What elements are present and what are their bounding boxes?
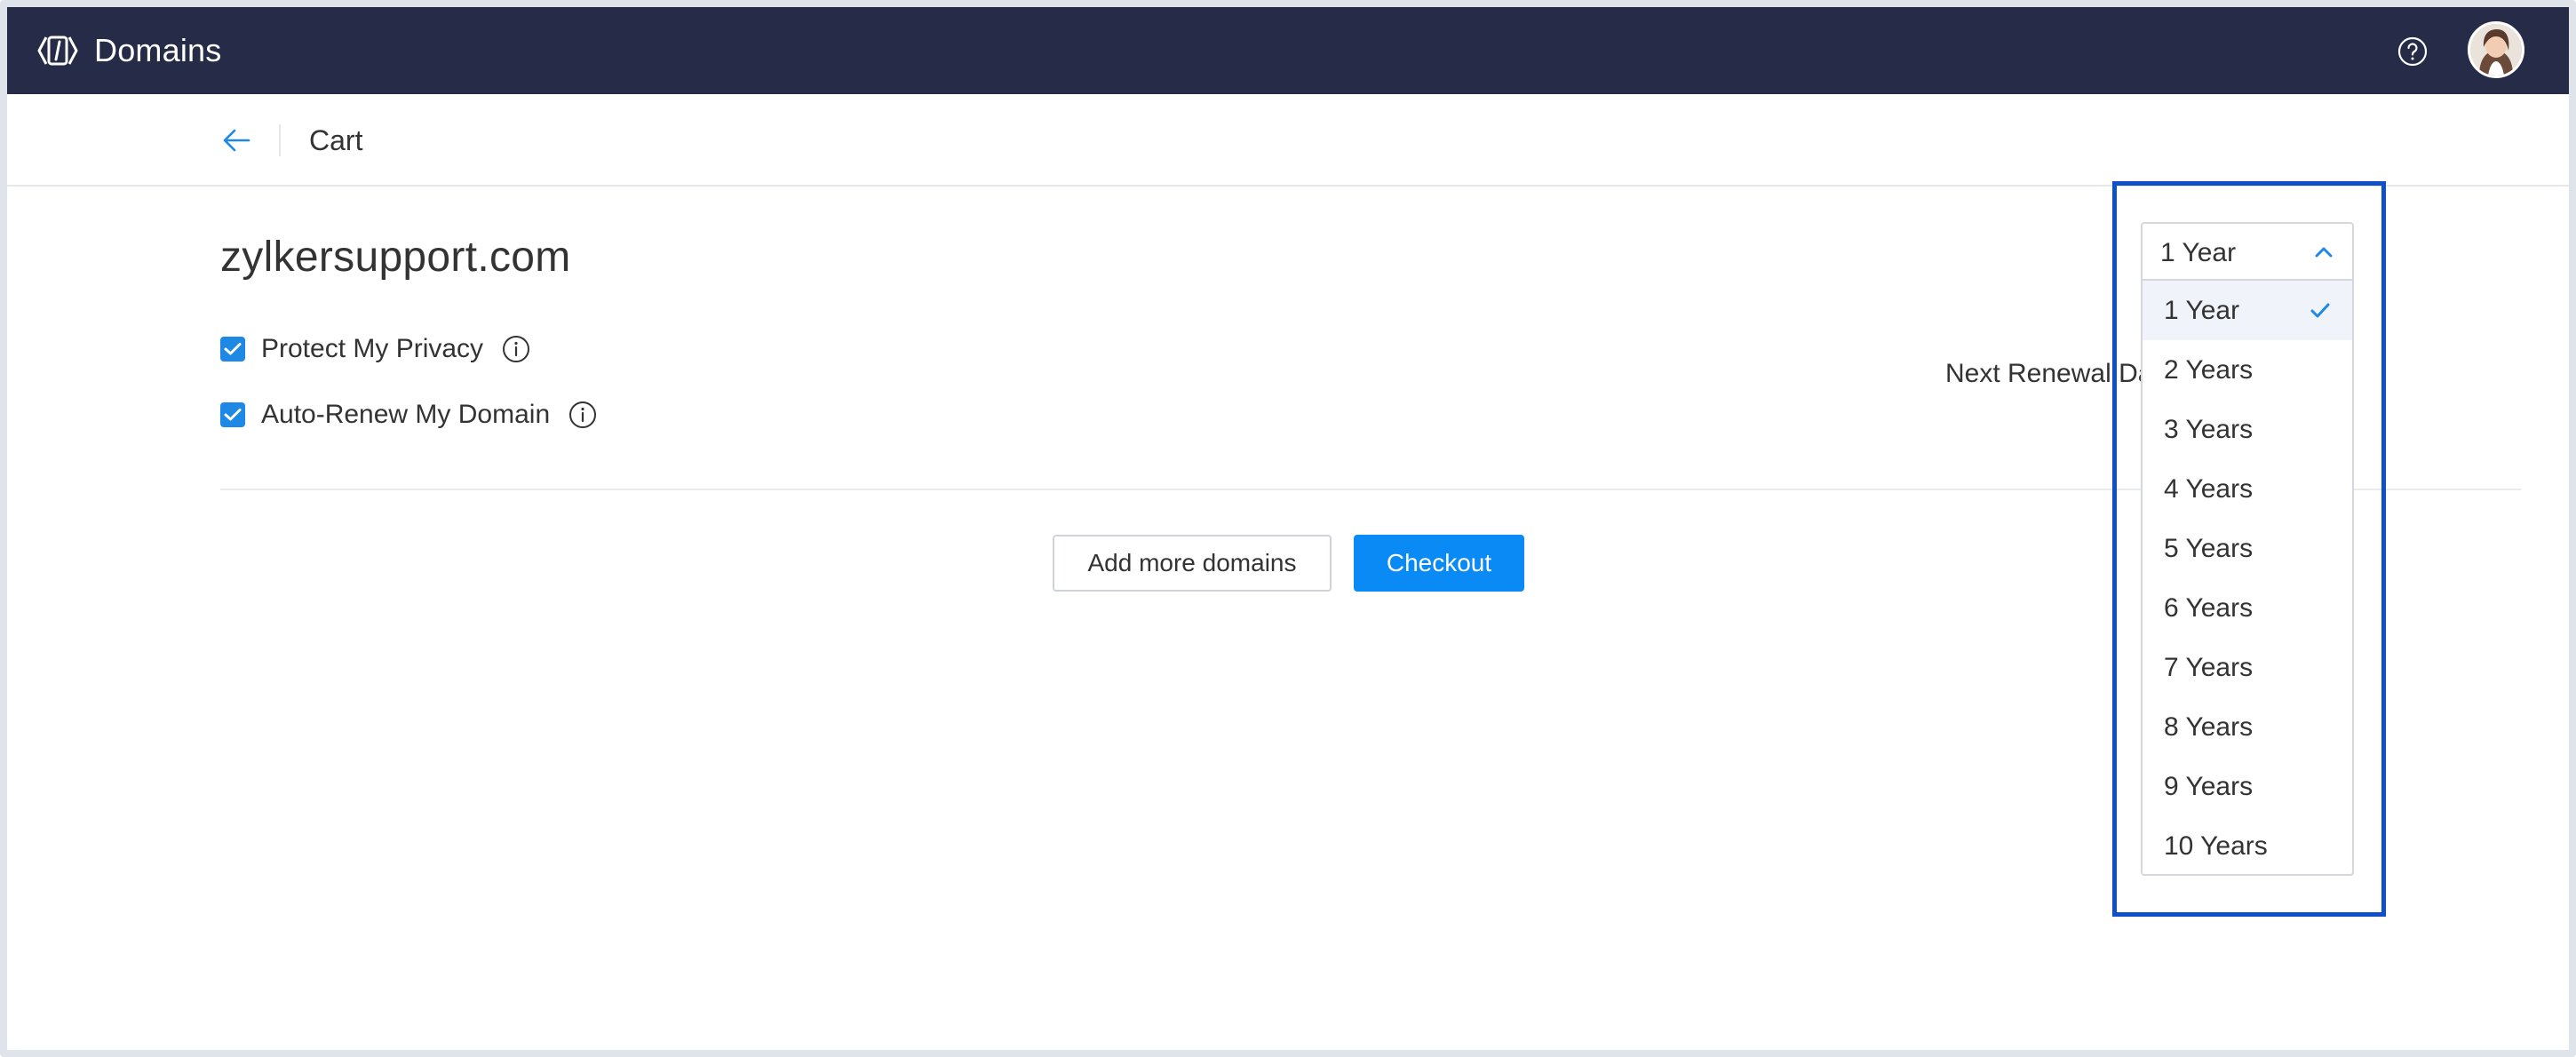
top-navigation-bar: Domains: [7, 7, 2569, 94]
app-title: Domains: [94, 32, 222, 68]
arrow-left-icon[interactable]: [219, 123, 254, 158]
protect-privacy-option: Protect My Privacy: [220, 334, 531, 364]
auto-renew-option: Auto-Renew My Domain: [220, 400, 598, 430]
domains-logo-icon: [37, 36, 78, 66]
page-header: Cart: [7, 94, 2569, 187]
header-divider: [279, 124, 281, 156]
checkmark-icon: [224, 409, 242, 421]
auto-renew-label[interactable]: Auto-Renew My Domain: [261, 400, 550, 430]
domain-name: zylkersupport.com: [220, 234, 571, 281]
protect-privacy-checkbox[interactable]: [220, 337, 245, 362]
checkmark-icon: [224, 343, 242, 355]
avatar-portrait-icon: [2470, 24, 2522, 76]
protect-privacy-label[interactable]: Protect My Privacy: [261, 334, 483, 364]
page-title: Cart: [309, 124, 363, 156]
auto-renew-checkbox[interactable]: [220, 402, 245, 427]
add-more-domains-button[interactable]: Add more domains: [1053, 535, 1332, 592]
user-avatar[interactable]: [2468, 21, 2524, 78]
info-icon[interactable]: [501, 334, 531, 364]
info-icon[interactable]: [568, 400, 598, 430]
help-icon[interactable]: [2397, 36, 2429, 68]
brand[interactable]: Domains: [36, 7, 221, 94]
checkout-button[interactable]: Checkout: [1354, 535, 1524, 592]
dropdown-highlight-box: [2112, 181, 2386, 917]
